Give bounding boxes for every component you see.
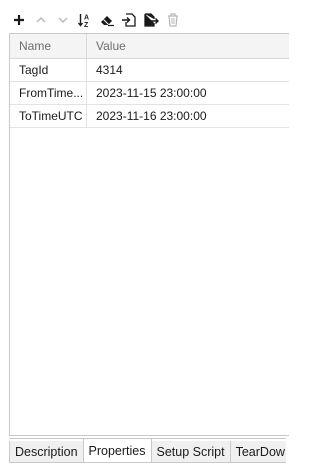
sort-az-icon: A Z bbox=[77, 14, 89, 28]
properties-toolbar: A Z bbox=[8, 9, 284, 31]
tab-properties[interactable]: Properties bbox=[82, 439, 152, 463]
move-up-button[interactable] bbox=[30, 9, 52, 31]
tab-setup-script[interactable]: Setup Script bbox=[150, 441, 231, 463]
plus-icon bbox=[14, 15, 24, 25]
svg-text:A: A bbox=[84, 15, 89, 22]
add-button[interactable] bbox=[8, 9, 30, 31]
move-up-icon bbox=[36, 17, 46, 23]
tab-teardown[interactable]: TearDow bbox=[229, 441, 286, 463]
properties-grid: Name Value TagId 4314 FromTime... 2023-1… bbox=[9, 33, 289, 436]
import-icon bbox=[122, 13, 136, 27]
move-down-button[interactable] bbox=[52, 9, 74, 31]
property-value-cell[interactable]: 4314 bbox=[87, 59, 289, 81]
table-row[interactable]: TagId 4314 bbox=[10, 59, 289, 82]
delete-button[interactable] bbox=[162, 9, 184, 31]
move-down-icon bbox=[58, 17, 68, 23]
svg-text:Z: Z bbox=[84, 22, 89, 28]
sort-button[interactable]: A Z bbox=[74, 9, 96, 31]
trash-icon bbox=[168, 13, 178, 27]
tab-description[interactable]: Description bbox=[9, 441, 84, 463]
property-value-cell[interactable]: 2023-11-15 23:00:00 bbox=[87, 82, 289, 104]
export-icon bbox=[144, 13, 159, 27]
export-button[interactable] bbox=[140, 9, 162, 31]
property-name-cell[interactable]: FromTime... bbox=[10, 82, 87, 104]
import-button[interactable] bbox=[118, 9, 140, 31]
name-column-header[interactable]: Name bbox=[10, 34, 87, 58]
clear-button[interactable] bbox=[96, 9, 118, 31]
bottom-tab-bar: Description Properties Setup Script Tear… bbox=[9, 438, 286, 463]
property-name-cell[interactable]: TagId bbox=[10, 59, 87, 81]
eraser-icon bbox=[101, 16, 114, 27]
table-row[interactable]: ToTimeUTC 2023-11-16 23:00:00 bbox=[10, 105, 289, 128]
property-value-cell[interactable]: 2023-11-16 23:00:00 bbox=[87, 105, 289, 127]
grid-header: Name Value bbox=[10, 34, 289, 59]
value-column-header[interactable]: Value bbox=[87, 34, 289, 58]
property-name-cell[interactable]: ToTimeUTC bbox=[10, 105, 87, 127]
table-row[interactable]: FromTime... 2023-11-15 23:00:00 bbox=[10, 82, 289, 105]
